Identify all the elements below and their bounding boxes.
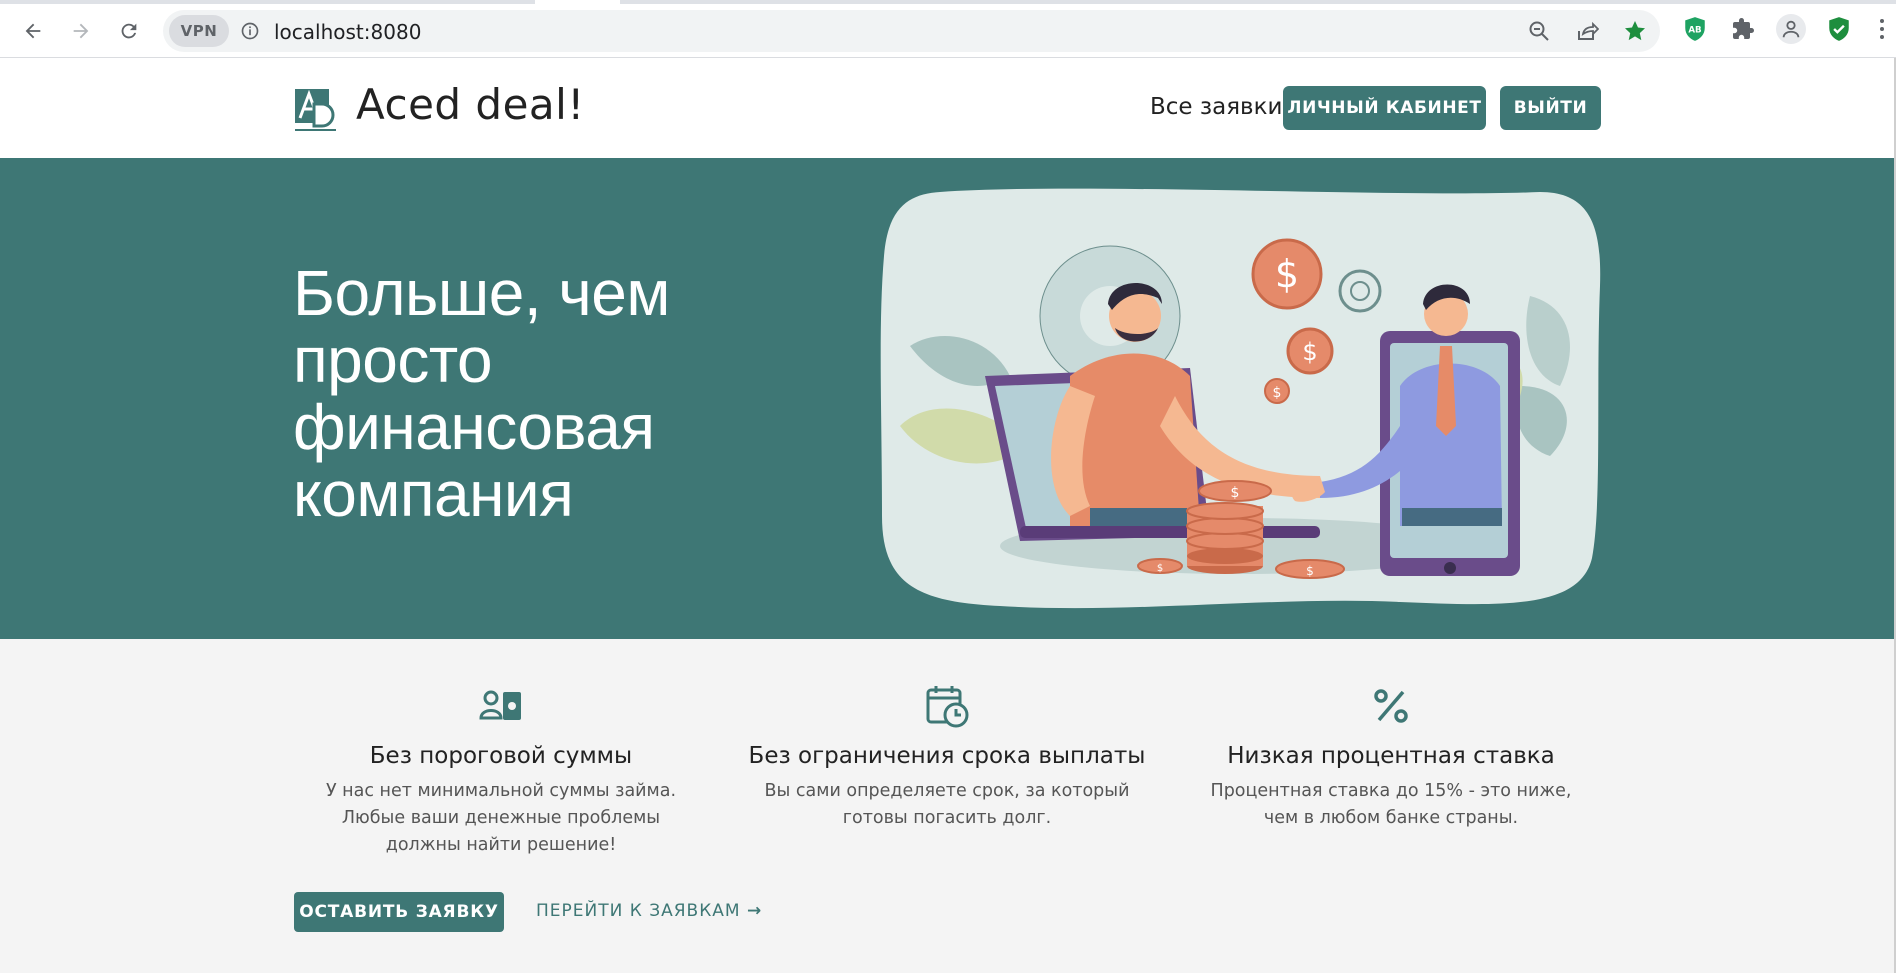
hero-section: Больше, чем просто финансовая компания $…	[0, 158, 1896, 639]
puzzle-icon[interactable]	[1728, 14, 1758, 44]
arrow-left-icon	[25, 23, 41, 39]
logo-text[interactable]: Aced deal!	[356, 80, 585, 129]
feature-description: У нас нет минимальной суммы займа. Любые…	[325, 781, 677, 855]
forward-button[interactable]	[64, 14, 98, 48]
logo-icon[interactable]	[294, 88, 338, 132]
hero-title: Больше, чем просто финансовая компания	[293, 260, 773, 528]
user-money-icon	[479, 690, 521, 720]
profile-icon[interactable]	[1776, 14, 1806, 44]
url-text[interactable]: localhost:8080	[274, 20, 421, 44]
feature-title: Без пороговой суммы	[369, 743, 633, 769]
nav-all-requests-link[interactable]: Все заявки	[1150, 94, 1282, 120]
vpn-label: VPN	[180, 22, 218, 40]
reload-button[interactable]	[112, 14, 146, 48]
vpn-badge[interactable]: VPN	[169, 15, 229, 47]
menu-icon[interactable]	[1872, 14, 1892, 44]
calendar-clock-icon	[926, 686, 969, 728]
handshake-illustration: $ $ $ $ $ $	[880, 188, 1601, 609]
browser-toolbar: VPN localhost:8080 AB	[0, 0, 1896, 58]
zoom-out-icon[interactable]	[1527, 19, 1551, 43]
info-icon[interactable]	[240, 21, 260, 41]
arrow-right-icon: →	[747, 901, 763, 921]
feature-description: Процентная ставка до 15% - это ниже, чем…	[1210, 781, 1572, 828]
hero-title-line: компания	[293, 458, 574, 530]
active-tab[interactable]	[535, 0, 620, 4]
bookmark-star-icon[interactable]	[1623, 19, 1647, 43]
svg-text:$: $	[1273, 385, 1282, 401]
svg-text:$: $	[1302, 338, 1317, 366]
hero-title-line: финансовая	[293, 391, 655, 463]
go-to-requests-link[interactable]: ПЕРЕЙТИ К ЗАЯВКАМ →	[536, 901, 762, 921]
feature-card: Без ограничения срока выплаты Вы сами оп…	[747, 684, 1147, 832]
share-icon[interactable]	[1575, 19, 1599, 43]
svg-text:$: $	[1231, 485, 1240, 501]
svg-text:AB: AB	[1688, 25, 1701, 35]
shield-check-icon[interactable]	[1824, 14, 1854, 44]
address-bar[interactable]: VPN localhost:8080	[163, 10, 1660, 52]
feature-card: Без пороговой суммы У нас нет минимально…	[301, 684, 701, 859]
hero-title-line: Больше, чем	[293, 257, 670, 329]
personal-cabinet-button[interactable]: ЛИЧНЫЙ КАБИНЕТ	[1283, 86, 1486, 130]
feature-title: Без ограничения срока выплаты	[748, 743, 1146, 769]
svg-text:$: $	[1275, 252, 1299, 296]
site-header: Aced deal! Все заявки ЛИЧНЫЙ КАБИНЕТ ВЫЙ…	[0, 58, 1896, 158]
back-button[interactable]	[16, 14, 50, 48]
arrow-right-icon	[73, 23, 89, 39]
hero-title-line: просто	[293, 324, 493, 396]
feature-description: Вы сами определяете срок, за который гот…	[764, 781, 1130, 828]
logout-button[interactable]: ВЫЙТИ	[1500, 86, 1601, 130]
feature-card: Низкая процентная ставка Процентная став…	[1191, 684, 1591, 832]
svg-text:$: $	[1157, 563, 1163, 574]
reload-icon	[121, 23, 137, 39]
tab-strip	[0, 0, 1896, 4]
ab-extension-icon[interactable]: AB	[1680, 14, 1710, 44]
features-section: Без пороговой суммы У нас нет минимально…	[0, 639, 1896, 973]
percent-icon	[1374, 689, 1408, 723]
svg-text:$: $	[1306, 564, 1314, 578]
submit-request-button[interactable]: ОСТАВИТЬ ЗАЯВКУ	[294, 892, 504, 932]
feature-title: Низкая процентная ставка	[1227, 743, 1555, 769]
go-to-requests-label: ПЕРЕЙТИ К ЗАЯВКАМ	[536, 901, 741, 921]
